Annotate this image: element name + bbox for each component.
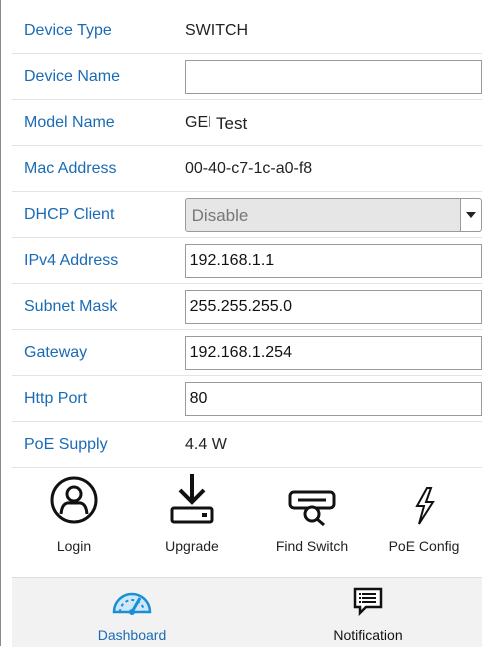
dashboard-gauge-icon <box>47 586 217 621</box>
gateway-label: Gateway <box>24 343 88 361</box>
device-name-label: Device Name <box>24 67 121 85</box>
device-name-input[interactable] <box>184 59 482 94</box>
row-device-type: Device Type SWITCH <box>12 8 482 54</box>
find-switch-icon <box>262 470 362 526</box>
subnet-mask-label: Subnet Mask <box>24 297 118 315</box>
chevron-down-icon[interactable] <box>460 198 481 231</box>
poe-supply-value: 4.4 W <box>185 435 227 453</box>
row-device-name: Device Name <box>12 54 482 100</box>
row-http-port: Http Port <box>12 376 482 422</box>
dhcp-client-label: DHCP Client <box>24 205 115 223</box>
http-port-label: Http Port <box>24 389 88 407</box>
device-type-label: Device Type <box>24 21 112 39</box>
dhcp-client-selected-value: Disable <box>191 205 249 225</box>
ipv4-address-label: IPv4 Address <box>24 251 119 269</box>
row-mac-address: Mac Address 00-40-c7-1c-a0-f8 <box>12 146 482 192</box>
upgrade-button[interactable]: Upgrade <box>142 470 242 554</box>
poe-supply-label: PoE Supply <box>24 435 108 453</box>
model-name-label: Model Name <box>24 113 115 131</box>
poe-config-label: PoE Config <box>388 538 460 554</box>
mac-address-label: Mac Address <box>24 159 117 177</box>
find-switch-button[interactable]: Find Switch <box>262 470 362 554</box>
login-button[interactable]: Login <box>24 470 124 554</box>
ipv4-address-input[interactable] <box>184 243 482 278</box>
poe-lightning-icon <box>374 470 474 526</box>
login-user-icon <box>24 470 124 526</box>
row-gateway: Gateway <box>12 330 482 376</box>
notification-message-icon <box>283 586 453 621</box>
subnet-mask-input[interactable] <box>184 289 482 324</box>
nav-notification-label: Notification <box>333 627 403 643</box>
dhcp-client-select[interactable]: Disable <box>184 197 482 232</box>
model-name-tooltip: Test <box>210 109 452 142</box>
poe-config-button[interactable]: PoE Config <box>374 470 474 554</box>
row-dhcp-client: DHCP Client Disable <box>12 192 482 238</box>
model-name-value-wrap: GEPc Test <box>185 109 452 142</box>
http-port-input[interactable] <box>184 381 482 416</box>
mac-address-value: 00-40-c7-1c-a0-f8 <box>185 159 313 177</box>
find-switch-label: Find Switch <box>275 538 349 554</box>
nav-dashboard[interactable]: Dashboard <box>47 586 217 643</box>
login-label: Login <box>56 538 92 554</box>
upgrade-download-icon <box>142 470 242 526</box>
bottom-nav: Dashboard Notification <box>12 577 482 647</box>
quick-actions: Login Upgrade Find Switch PoE Config <box>12 462 482 576</box>
row-subnet-mask: Subnet Mask <box>12 284 482 330</box>
row-ipv4-address: IPv4 Address <box>12 238 482 284</box>
device-info-panel: Device Type SWITCH Device Name Model Nam… <box>12 8 482 468</box>
nav-dashboard-label: Dashboard <box>97 627 167 643</box>
upgrade-label: Upgrade <box>165 538 219 554</box>
gateway-input[interactable] <box>184 335 482 370</box>
row-model-name: Model Name GEPc Test <box>12 100 482 146</box>
left-border <box>0 0 1 646</box>
nav-notification[interactable]: Notification <box>283 586 453 643</box>
device-type-value: SWITCH <box>185 21 249 39</box>
